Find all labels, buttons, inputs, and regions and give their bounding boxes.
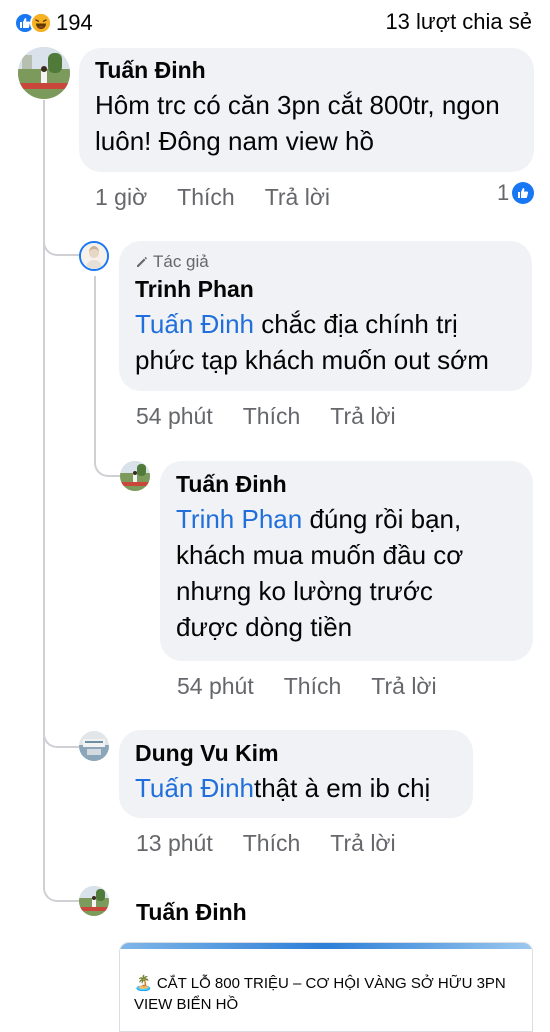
comment-bubble[interactable]: Tuấn Đinh Trinh Phan đúng rồi bạn, khách…	[160, 461, 533, 661]
reply-button[interactable]: Trả lời	[371, 673, 436, 700]
pencil-icon	[137, 256, 148, 267]
comment-bubble[interactable]: Tuấn Đinh Hôm trc có căn 3pn cắt 800tr, …	[79, 48, 534, 172]
comment-text: Hôm trc có căn 3pn cắt 800tr, ngon luôn!…	[95, 90, 500, 156]
mention-tag[interactable]: Tuấn Đinh	[135, 773, 254, 803]
like-button[interactable]: Thích	[243, 403, 301, 430]
comment-actions: 13 phút Thích Trả lời	[136, 830, 396, 857]
comment-time[interactable]: 1 giờ	[95, 184, 147, 211]
like-button[interactable]: Thích	[284, 673, 342, 700]
link-preview-title: 🏝️ CẮT LỖ 800 TRIỆU – CƠ HỘI VÀNG SỞ HỮU…	[134, 975, 506, 1013]
comment-text: Tuấn Đinh chắc địa chính trị phức tạp kh…	[135, 306, 516, 378]
reply-button[interactable]: Trả lời	[330, 403, 395, 430]
comment-text: Trinh Phan đúng rồi bạn, khách mua muốn …	[176, 501, 496, 645]
reply-button[interactable]: Trả lời	[265, 184, 330, 211]
avatar[interactable]	[79, 731, 109, 761]
reply-button[interactable]: Trả lời	[330, 830, 395, 857]
comment-author[interactable]: Tuấn Đinh	[95, 57, 518, 84]
like-button[interactable]: Thích	[243, 830, 301, 857]
comment-actions: 54 phút Thích Trả lời	[136, 403, 396, 430]
link-preview-card[interactable]: 🏝️ CẮT LỖ 800 TRIỆU – CƠ HỘI VÀNG SỞ HỮU…	[119, 942, 533, 1032]
mention-tag[interactable]: Trinh Phan	[176, 504, 302, 534]
comment-bubble[interactable]: Dung Vu Kim Tuấn Đinhthật à em ib chị	[119, 730, 473, 818]
like-button[interactable]: Thích	[177, 184, 235, 211]
comment-actions: 1 giờ Thích Trả lời	[95, 184, 330, 211]
thread-branch-nested	[94, 455, 120, 477]
comment-author[interactable]: Trinh Phan	[135, 276, 516, 303]
author-badge: Tác giả	[135, 252, 516, 272]
thread-line-nested	[94, 276, 96, 456]
like-count-value: 1	[497, 180, 510, 205]
avatar[interactable]	[18, 47, 70, 99]
mention-tag[interactable]: Tuấn Đinh	[135, 309, 254, 339]
avatar[interactable]	[79, 241, 109, 271]
thread-branch-3	[43, 880, 79, 902]
comment-actions: 54 phút Thích Trả lời	[177, 673, 437, 700]
reaction-summary[interactable]: 194	[14, 8, 93, 38]
share-count[interactable]: 13 lượt chia sẻ	[385, 9, 532, 35]
comment-author[interactable]: Dung Vu Kim	[135, 740, 457, 767]
comment-author[interactable]: Tuấn Đinh	[136, 899, 247, 926]
comment-like-count[interactable]: 1	[497, 180, 535, 206]
avatar[interactable]	[120, 461, 150, 491]
like-icon	[512, 182, 535, 204]
thread-line-main	[43, 100, 45, 890]
comment-text: Tuấn Đinhthật à em ib chị	[135, 770, 457, 806]
comment-time[interactable]: 13 phút	[136, 830, 213, 857]
comment-author[interactable]: Tuấn Đinh	[176, 471, 517, 498]
thread-branch-2	[43, 726, 79, 748]
author-badge-label: Tác giả	[153, 252, 209, 271]
comment-time[interactable]: 54 phút	[177, 673, 254, 700]
thread-branch-1	[43, 236, 79, 256]
comment-body: thật à em ib chị	[254, 773, 431, 803]
avatar[interactable]	[79, 886, 109, 916]
comment-time[interactable]: 54 phút	[136, 403, 213, 430]
reaction-count: 194	[56, 10, 93, 35]
haha-icon	[30, 12, 52, 34]
comment-bubble[interactable]: Tác giả Trinh Phan Tuấn Đinh chắc địa ch…	[119, 241, 532, 391]
